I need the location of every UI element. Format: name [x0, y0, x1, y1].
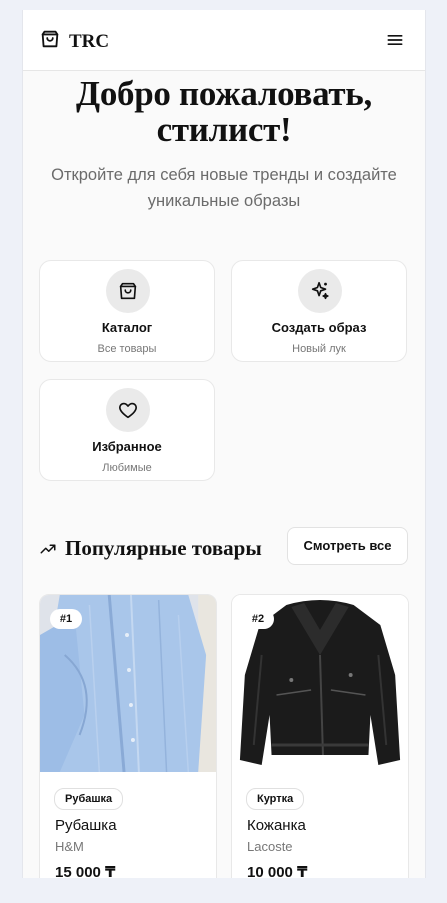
- quick-link-subtitle: Все товары: [97, 343, 157, 355]
- trending-up-icon: [40, 544, 56, 553]
- sparkles-icon: [311, 281, 329, 300]
- logo-text: TRC: [69, 30, 110, 52]
- quick-link-create-outfit[interactable]: Создать образ Новый лук: [231, 260, 407, 362]
- quick-link-title: Избранное: [92, 439, 162, 454]
- product-brand: H&M: [55, 839, 84, 854]
- section-title: Популярные товары: [65, 536, 262, 560]
- menu-button[interactable]: [385, 30, 405, 50]
- product-card[interactable]: #2 Куртка Кожанка Lacoste 10 000 ₸: [231, 594, 409, 878]
- product-brand: Lacoste: [247, 839, 293, 854]
- hero-subtitle-line-1: Откройте для себя новые тренды и создайт…: [51, 166, 397, 184]
- app-screen: TRC Добро пожаловать, стилист! Откройте …: [22, 10, 426, 878]
- rank-badge: #1: [50, 609, 82, 629]
- quick-link-subtitle: Новый лук: [292, 343, 346, 355]
- shopping-bag-icon: [39, 28, 61, 55]
- quick-link-subtitle: Любимые: [102, 462, 152, 474]
- product-price: 15 000 ₸: [55, 864, 116, 878]
- popular-section-header: Популярные товары: [39, 536, 262, 561]
- hero-subtitle: Откройте для себя новые тренды и создайт…: [33, 162, 415, 214]
- hero-subtitle-line-2: уникальные образы: [147, 192, 301, 210]
- hero-title-line-2: стилист!: [156, 110, 292, 149]
- hero-title: Добро пожаловать, стилист!: [23, 76, 425, 148]
- product-card[interactable]: #1 Рубашка Рубашка H&M 15 000 ₸: [39, 594, 217, 878]
- menu-icon: [387, 35, 403, 46]
- top-bar: TRC: [23, 10, 425, 71]
- quick-link-favorites[interactable]: Избранное Любимые: [39, 379, 215, 481]
- rank-badge: #2: [242, 609, 274, 629]
- logo[interactable]: TRC: [39, 28, 109, 55]
- product-name: Кожанка: [247, 817, 306, 834]
- category-tag: Куртка: [246, 788, 305, 810]
- quick-link-catalog[interactable]: Каталог Все товары: [39, 260, 215, 362]
- quick-link-icon-circle: [298, 269, 342, 313]
- quick-link-icon-circle: [106, 388, 150, 432]
- hero-title-line-1: Добро пожаловать,: [76, 74, 372, 113]
- product-name: Рубашка: [55, 817, 117, 834]
- shopping-bag-icon: [119, 282, 137, 300]
- heart-icon: [119, 402, 137, 419]
- category-tag: Рубашка: [54, 788, 124, 810]
- product-price: 10 000 ₸: [247, 864, 308, 878]
- quick-link-icon-circle: [106, 269, 150, 313]
- quick-link-title: Создать образ: [271, 320, 367, 335]
- quick-link-title: Каталог: [101, 320, 153, 335]
- see-all-button[interactable]: Смотреть все: [287, 527, 408, 565]
